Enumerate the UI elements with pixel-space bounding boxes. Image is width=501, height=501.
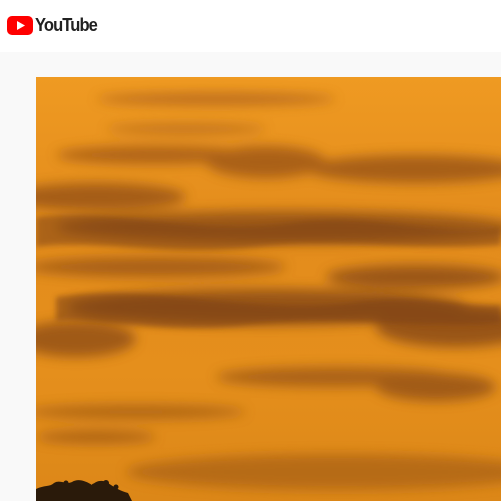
youtube-logo[interactable]: YouTube — [7, 14, 102, 36]
video-frame — [36, 77, 501, 501]
logo-text: YouTube — [35, 14, 98, 35]
top-header: YouTube — [0, 0, 501, 52]
video-player[interactable] — [36, 77, 501, 501]
youtube-play-icon — [7, 15, 33, 35]
